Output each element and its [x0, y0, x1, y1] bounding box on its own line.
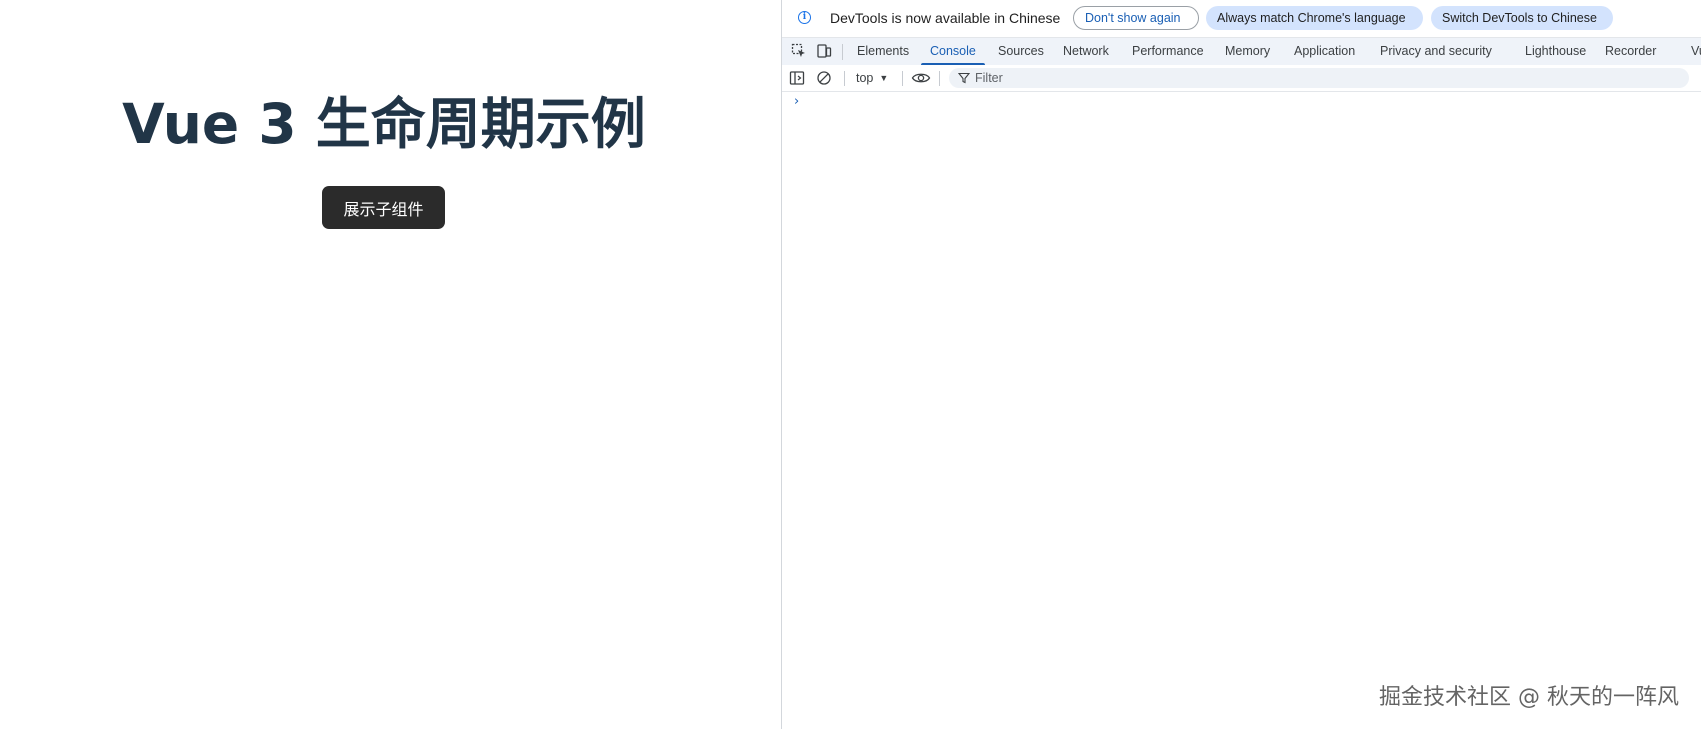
inspect-element-icon[interactable]	[791, 43, 807, 59]
toolbar-divider	[902, 71, 903, 86]
page-viewport: Vue 3 生命周期示例 展示子组件	[0, 0, 781, 729]
show-child-button[interactable]: 展示子组件	[322, 186, 445, 229]
filter-funnel-icon	[958, 72, 970, 84]
page-title: Vue 3 生命周期示例	[122, 92, 646, 156]
devtools-tabbar: Elements Console Sources Network Perform…	[782, 37, 1701, 66]
console-filter-input[interactable]: Filter	[949, 68, 1689, 88]
always-match-language-button[interactable]: Always match Chrome's language	[1206, 6, 1423, 30]
tab-lighthouse[interactable]: Lighthouse	[1525, 38, 1586, 65]
dont-show-again-button[interactable]: Don't show again	[1073, 6, 1199, 30]
tab-elements[interactable]: Elements	[857, 38, 909, 65]
tab-privacy-and-security[interactable]: Privacy and security	[1380, 38, 1492, 65]
watermark: 掘金技术社区 @ 秋天的一阵风	[1379, 685, 1679, 710]
context-selector-value: top	[856, 71, 874, 85]
dropdown-arrow-icon: ▼	[879, 73, 889, 83]
console-prompt-chevron-icon: ›	[794, 94, 800, 109]
tab-console[interactable]: Console	[921, 38, 985, 66]
console-output[interactable]: ›	[782, 92, 1701, 729]
tab-recorder[interactable]: Recorder	[1605, 38, 1656, 65]
tab-vue[interactable]: Vu	[1691, 38, 1701, 65]
infobar-message: DevTools is now available in Chinese	[830, 10, 1061, 26]
clear-console-icon[interactable]	[816, 70, 832, 86]
language-infobar: i DevTools is now available in Chinese D…	[782, 0, 1701, 36]
tab-performance[interactable]: Performance	[1132, 38, 1204, 65]
context-selector[interactable]: top ▼	[856, 69, 888, 87]
switch-devtools-language-button[interactable]: Switch DevTools to Chinese	[1431, 6, 1613, 30]
info-icon: i	[798, 11, 811, 24]
toolbar-divider	[844, 71, 845, 86]
tab-sources[interactable]: Sources	[998, 38, 1044, 65]
live-expression-eye-icon[interactable]	[911, 70, 931, 86]
tab-memory[interactable]: Memory	[1225, 38, 1270, 65]
console-toolbar: top ▼ Filter	[782, 65, 1701, 92]
tab-network[interactable]: Network	[1063, 38, 1109, 65]
device-toolbar-icon[interactable]	[816, 43, 832, 59]
tab-application[interactable]: Application	[1294, 38, 1355, 65]
sidebar-toggle-icon[interactable]	[789, 70, 805, 86]
toolbar-divider	[939, 71, 940, 86]
tab-divider	[842, 44, 843, 60]
devtools-panel: i DevTools is now available in Chinese D…	[781, 0, 1701, 729]
screen: Vue 3 生命周期示例 展示子组件 i DevTools is now ava…	[0, 0, 1701, 729]
filter-placeholder: Filter	[975, 71, 1003, 85]
